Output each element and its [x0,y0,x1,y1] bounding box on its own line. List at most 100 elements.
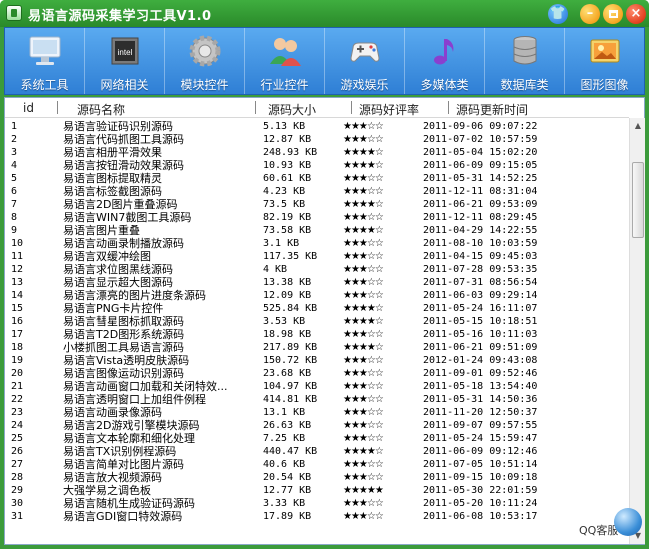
row-name: 大强学易之调色板 [63,484,151,497]
header-update-time[interactable]: 源码更新时间 [456,101,528,118]
table-row[interactable]: 28 易语言放大视频源码 20.54 KB 2011-09-15 10:09:18 ★★… [5,471,629,484]
table-row[interactable]: 25 易语言文本轮廓和细化处理 7.25 KB 2011-05-24 15:59:47… [5,432,629,445]
vertical-scrollbar[interactable]: ▲ ▼ [629,118,645,544]
row-name: 小楼抓图工具易语言源码 [63,341,184,354]
table-row[interactable]: 12 易语言求位图黑线源码 4 KB 2011-07-28 09:53:35 ★★★☆☆ [5,263,629,276]
row-date: 2011-09-15 10:09:18 [423,472,538,483]
toolbar-item-graphics[interactable]: 图形图像 [565,28,644,94]
toolbar-item-games[interactable]: 游戏娱乐 [325,28,405,94]
row-name: 易语言Vista透明皮肤源码 [63,354,190,367]
table-row[interactable]: 20 易语言图像运动识别源码 23.68 KB 2011-09-01 09:52:46… [5,367,629,380]
row-name: 易语言2D游戏引擎模块源码 [63,419,200,432]
header-rating[interactable]: 源码好评率 [359,101,419,118]
row-date: 2011-05-18 13:54:40 [423,381,538,392]
close-button[interactable]: × [626,4,646,24]
row-rating-stars: ★★★★☆ [343,316,384,327]
row-name: 易语言验证码识别源码 [63,120,173,133]
toolbar-item-network[interactable]: intel 网络相关 [85,28,165,94]
table-row[interactable]: 26 易语言TX识别例程源码 440.47 KB 2011-06-09 09:12:4… [5,445,629,458]
maximize-button[interactable] [603,4,623,24]
row-size: 414.81 KB [263,394,318,405]
row-rating-stars: ★★★★☆ [343,147,384,158]
row-name: 易语言显示超大图源码 [63,276,173,289]
qq-support-label[interactable]: QQ客服 [579,522,618,538]
table-row[interactable]: 3 易语言相册平滑效果 248.93 KB 2011-05-04 15:02:20 ★★… [5,146,629,159]
toolbar-item-modules[interactable]: 模块控件 [165,28,245,94]
row-date: 2011-12-11 08:29:45 [423,212,538,223]
row-name: 易语言按钮滑动效果源码 [63,159,184,172]
table-row[interactable]: 27 易语言简单对比图片源码 40.6 KB 2011-07-05 10:51:14 ★… [5,458,629,471]
row-date: 2011-06-08 10:53:17 [423,511,538,522]
table-row[interactable]: 7 易语言2D图片重叠源码 73.5 KB 2011-06-21 09:53:09 ★★… [5,198,629,211]
table-row[interactable]: 6 易语言标签截图源码 4.23 KB 2011-12-11 08:31:04 ★★★☆… [5,185,629,198]
row-id: 24 [11,420,24,431]
scroll-up-icon[interactable]: ▲ [630,118,646,134]
row-date: 2011-07-05 10:51:14 [423,459,538,470]
title-bar[interactable]: 易语言源码采集学习工具V1.0 👕 – × [0,0,649,27]
row-size: 18.98 KB [263,329,312,340]
row-rating-stars: ★★★☆☆ [343,355,384,366]
row-date: 2011-04-15 09:45:03 [423,251,538,262]
database-icon [513,36,536,65]
skin-icon[interactable]: 👕 [548,4,568,24]
table-row[interactable]: 5 易语言图标提取精灵 60.61 KB 2011-05-31 14:52:25 ★★★… [5,172,629,185]
row-date: 2011-05-31 14:52:25 [423,173,538,184]
row-size: 73.58 KB [263,225,312,236]
row-id: 10 [11,238,24,249]
row-rating-stars: ★★★★★ [343,485,384,496]
header-id[interactable]: id [23,101,34,115]
header-size[interactable]: 源码大小 [268,101,316,118]
toolbar-item-multimedia[interactable]: 多媒体类 [405,28,485,94]
table-row[interactable]: 29 大强学易之调色板 12.77 KB 2011-05-30 22:01:59 ★★★… [5,484,629,497]
row-size: 7.25 KB [263,433,306,444]
row-size: 12.77 KB [263,485,312,496]
row-id: 15 [11,303,24,314]
table-row[interactable]: 4 易语言按钮滑动效果源码 10.93 KB 2011-06-09 09:15:05 ★… [5,159,629,172]
row-date: 2011-05-24 16:11:07 [423,303,538,314]
table-row[interactable]: 30 易语言随机生成验证码源码 3.33 KB 2011-05-20 10:11:24… [5,497,629,510]
toolbar-item-database[interactable]: 数据库类 [485,28,565,94]
table-row[interactable]: 17 易语言T2D图形系统源码 18.98 KB 2011-05-16 10:11:0… [5,328,629,341]
qq-support-icon[interactable] [614,508,642,536]
row-date: 2011-05-16 10:11:03 [423,329,538,340]
row-name: 易语言代码抓图工具源码 [63,133,184,146]
table-row[interactable]: 18 小楼抓图工具易语言源码 217.89 KB 2011-06-21 09:51:0… [5,341,629,354]
table-row[interactable]: 10 易语言动画录制播放源码 3.1 KB 2011-08-10 10:03:59 ★★… [5,237,629,250]
row-size: 60.61 KB [263,173,312,184]
gear-icon [189,35,220,67]
table-row[interactable]: 22 易语言透明窗口上加组件例程 414.81 KB 2011-05-31 14:50… [5,393,629,406]
row-id: 14 [11,290,24,301]
table-row[interactable]: 23 易语言动画录像源码 13.1 KB 2011-11-20 12:50:37 ★★★… [5,406,629,419]
table-row[interactable]: 11 易语言双缓冲绘图 117.35 KB 2011-04-15 09:45:03 ★★… [5,250,629,263]
row-name: 易语言动画录像源码 [63,406,162,419]
table-row[interactable]: 16 易语言彗星图标抓取源码 3.53 KB 2011-05-15 10:18:51 ★… [5,315,629,328]
header-name[interactable]: 源码名称 [77,101,125,118]
row-id: 25 [11,433,24,444]
toolbar-item-industry[interactable]: 行业控件 [245,28,325,94]
row-size: 5.13 KB [263,121,306,132]
row-date: 2011-07-31 08:56:54 [423,277,538,288]
table-row[interactable]: 31 易语言GDI窗口特效源码 17.89 KB 2011-06-08 10:53:1… [5,510,629,523]
row-rating-stars: ★★★★☆ [343,199,384,210]
row-size: 117.35 KB [263,251,318,262]
intel-chip-icon: intel [111,37,138,65]
table-row[interactable]: 15 易语言PNG卡片控件 525.84 KB 2011-05-24 16:11:07… [5,302,629,315]
minimize-button[interactable]: – [580,4,600,24]
table-row[interactable]: 13 易语言显示超大图源码 13.38 KB 2011-07-31 08:56:54 ★… [5,276,629,289]
row-rating-stars: ★★★☆☆ [343,290,384,301]
row-id: 13 [11,277,24,288]
table-row[interactable]: 14 易语言漂亮的图片进度条源码 12.09 KB 2011-06-03 09:29:… [5,289,629,302]
table-row[interactable]: 8 易语言WIN7截图工具源码 82.19 KB 2011-12-11 08:29:4… [5,211,629,224]
table-row[interactable]: 1 易语言验证码识别源码 5.13 KB 2011-09-06 09:07:22 ★★★… [5,120,629,133]
toolbar-item-system-tools[interactable]: 系统工具 [5,28,85,94]
table-row[interactable]: 19 易语言Vista透明皮肤源码 150.72 KB 2012-01-24 09:4… [5,354,629,367]
table-row[interactable]: 2 易语言代码抓图工具源码 12.87 KB 2011-07-02 10:57:59 ★… [5,133,629,146]
row-id: 17 [11,329,24,340]
row-rating-stars: ★★★★☆ [343,303,384,314]
row-date: 2012-01-24 09:43:08 [423,355,538,366]
table-row[interactable]: 9 易语言图片重叠 73.58 KB 2011-04-29 14:22:55 ★★★★☆ [5,224,629,237]
table-row[interactable]: 24 易语言2D游戏引擎模块源码 26.63 KB 2011-09-07 09:57:… [5,419,629,432]
row-rating-stars: ★★★☆☆ [343,511,384,522]
table-row[interactable]: 21 易语言动画窗口加载和关闭特效... 104.97 KB 2011-05-18 1… [5,380,629,393]
scroll-thumb[interactable] [632,162,644,238]
